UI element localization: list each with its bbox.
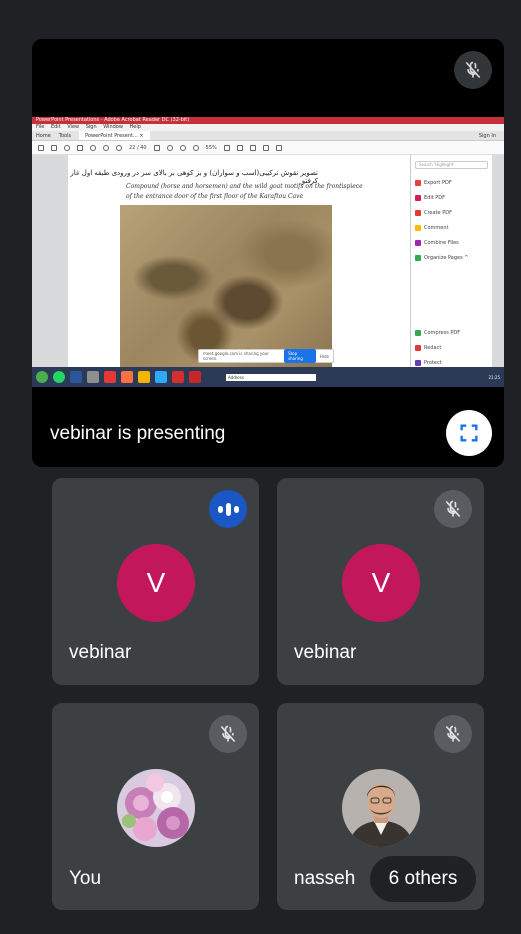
stop-sharing-button: Stop sharing [284, 349, 316, 363]
sign-in-link: Sign In [478, 133, 496, 139]
redact-icon [415, 344, 421, 351]
page-counter: 22 / 40 [129, 144, 147, 151]
next-page-icon [116, 144, 122, 151]
tab-home: Home [36, 133, 51, 139]
others-button[interactable]: 6 others [370, 856, 476, 902]
combine-files-icon [415, 239, 421, 246]
presentation-tile[interactable]: PowerPoint Presentations - Adobe Acrobat… [32, 39, 504, 467]
export-pdf-icon [415, 179, 421, 186]
participant-tile[interactable]: V vebinar [277, 478, 484, 685]
menu-view: View [67, 124, 80, 130]
compress-pdf-icon [415, 329, 421, 336]
word-icon [70, 371, 82, 383]
tab-tools: Tools [58, 133, 72, 139]
folder-icon [138, 371, 150, 383]
avatar: V [342, 544, 420, 622]
participant-name: You [69, 868, 102, 889]
menu-help: Help [129, 124, 141, 130]
menu-file: File [36, 124, 45, 130]
pdf-page: تصویر نقوش ترکیبی(اسب و سواران) و بز کوه… [68, 155, 412, 367]
zoom-search-icon [90, 144, 96, 151]
menu-sign: Sign [85, 124, 97, 130]
avatar [342, 769, 420, 847]
stamp-icon [275, 144, 282, 151]
acrobat-tabs: Home Tools PowerPoint Present... × Sign … [32, 131, 504, 141]
meet-grid: PowerPoint Presentations - Adobe Acrobat… [3, 3, 518, 931]
cave-photo [120, 205, 332, 367]
participant-name: nasseh [294, 868, 356, 889]
participant-tile[interactable]: V vebinar [52, 478, 259, 685]
powerpoint-icon [189, 371, 201, 383]
hand-icon [166, 144, 173, 151]
edit-pdf-icon [415, 194, 421, 201]
address-bar: Address [226, 373, 316, 381]
windows-taskbar: Address 21:25 [32, 367, 504, 387]
tool-compress-pdf: Compress PDF [415, 325, 488, 340]
mic-off-icon [434, 715, 472, 753]
mic-off-icon [209, 715, 247, 753]
photoshop-icon [155, 371, 167, 383]
english-caption-line2: of the entrance door of the first floor … [126, 193, 304, 200]
prev-page-icon [103, 144, 109, 151]
mic-off-icon [434, 490, 472, 528]
speaking-indicator-icon [209, 490, 247, 528]
taskbar-clock: 21:25 [488, 374, 500, 380]
print-icon [77, 144, 83, 151]
comment-tool-icon [415, 224, 421, 231]
hide-button: Hide [319, 353, 329, 359]
pen-icon [249, 144, 256, 151]
select-icon [153, 144, 160, 151]
presenting-label: vebinar is presenting [50, 423, 226, 444]
highlight-icon [262, 144, 269, 151]
avatar: V [117, 544, 195, 622]
whatsapp-icon [53, 371, 65, 383]
window-title: PowerPoint Presentations - Adobe Acrobat… [32, 117, 504, 124]
document-area: تصویر نقوش ترکیبی(اسب و سواران) و بز کوه… [32, 155, 504, 367]
tab-document: PowerPoint Present... × [79, 131, 150, 140]
participant-name: vebinar [294, 642, 357, 663]
tool-create-pdf: Create PDF [415, 205, 488, 220]
acrobat-toolbar: 22 / 40 55% [32, 141, 504, 155]
create-pdf-icon [415, 209, 421, 216]
upload-icon [64, 144, 70, 151]
organize-pages-icon [415, 254, 421, 261]
zoom-in-icon [192, 144, 199, 151]
tool-export-pdf: Export PDF [415, 175, 488, 190]
shared-screen: PowerPoint Presentations - Adobe Acrobat… [32, 117, 504, 387]
menu-edit: Edit [50, 124, 61, 130]
screen-share-notice: meet.google.com is sharing your screen. … [198, 349, 334, 363]
tool-comment: Comment [415, 220, 488, 235]
fullscreen-icon [460, 424, 478, 442]
avatar [117, 769, 195, 847]
start-icon [36, 371, 48, 383]
comment-icon [236, 144, 243, 151]
bookmark-icon [51, 144, 57, 151]
zoom-level: 55% [205, 144, 217, 151]
menu-bar: File Edit View Sign Window Help [32, 124, 504, 131]
tool-edit-pdf: Edit PDF [415, 190, 488, 205]
explorer-icon [87, 371, 99, 383]
tools-panel: Search 'Highlight' Export PDF Edit PDF C… [410, 155, 492, 367]
fullscreen-button[interactable] [446, 410, 492, 456]
firefox-icon [121, 371, 133, 383]
english-caption-line1: Compound (horse and horsemen) and the wi… [126, 183, 363, 190]
mic-off-icon [454, 51, 492, 89]
menu-window: Window [103, 124, 123, 130]
participant-tile[interactable]: You [52, 703, 259, 910]
participant-tile[interactable]: nasseh 6 others [277, 703, 484, 910]
zoom-out-icon [179, 144, 186, 151]
acrobat-icon [172, 371, 184, 383]
chrome-icon [104, 371, 116, 383]
fit-page-icon [223, 144, 230, 151]
tool-redact: Redact [415, 340, 488, 355]
protect-icon [415, 359, 421, 366]
save-icon [38, 144, 44, 151]
participant-name: vebinar [69, 642, 132, 663]
tools-search: Search 'Highlight' [415, 161, 488, 169]
tool-organize-pages: Organize Pages ^ [415, 250, 488, 265]
tool-combine-files: Combine Files [415, 235, 488, 250]
